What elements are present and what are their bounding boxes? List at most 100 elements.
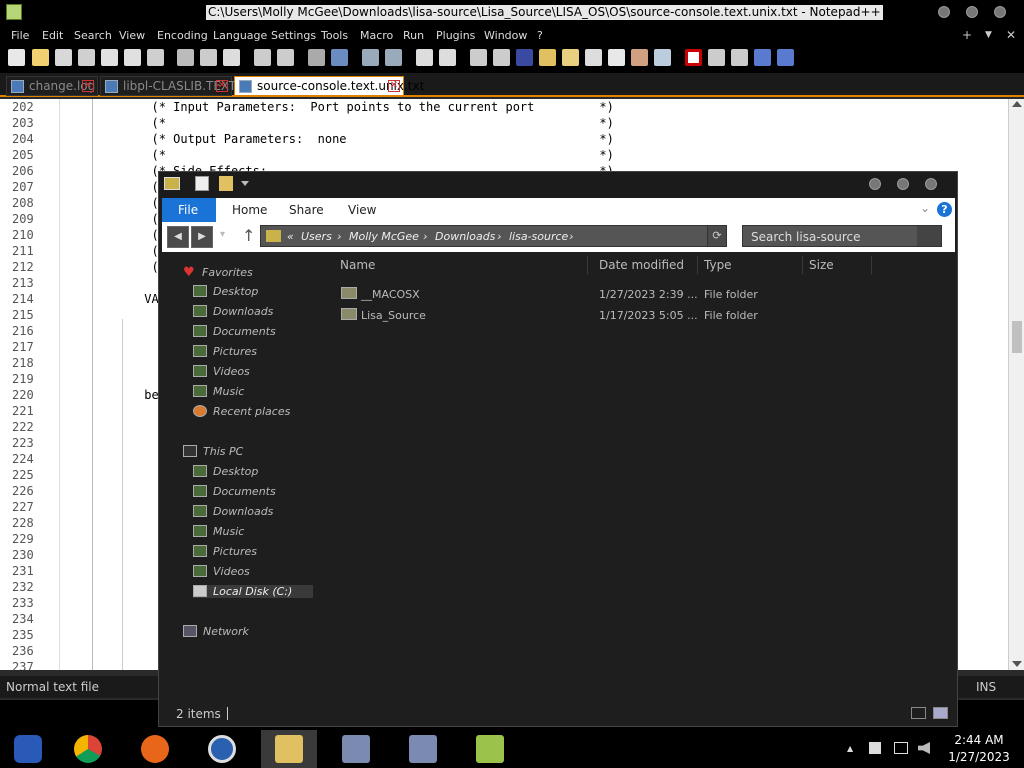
breadcrumb-sep[interactable]: ›	[337, 230, 341, 243]
scroll-down-icon[interactable]	[1012, 661, 1022, 667]
ribbon-tab-share[interactable]: Share	[289, 203, 324, 217]
sync-horizontal-icon[interactable]	[439, 49, 456, 66]
close-file-icon[interactable]	[101, 49, 118, 66]
nav-pc-pictures[interactable]: Pictures	[193, 545, 257, 558]
menu-edit[interactable]: Edit	[42, 29, 63, 42]
action-center-flag-icon[interactable]	[869, 742, 881, 754]
tab-claslib[interactable]: libpl-CLASLIB.TEXT ✕	[100, 76, 236, 96]
clock[interactable]: 2:44 AM 1/27/2023	[946, 733, 1012, 764]
menu-language[interactable]: Language	[213, 29, 267, 42]
explorer-maximize-button[interactable]	[897, 178, 909, 190]
doc-map-icon[interactable]	[562, 49, 579, 66]
file-row[interactable]: Lisa_Source 1/17/2023 5:05 ... File fold…	[339, 305, 939, 325]
address-bar[interactable]: « Users › Molly McGee › Downloads › lisa…	[260, 225, 727, 247]
open-file-icon[interactable]	[32, 49, 49, 66]
udl-icon[interactable]	[539, 49, 556, 66]
code-line[interactable]: (* *)	[72, 147, 613, 163]
tab-list-icon[interactable]: ▼	[985, 30, 992, 40]
breadcrumb-downloads[interactable]: Downloads	[435, 230, 495, 243]
editor-scrollbar[interactable]	[1008, 99, 1024, 670]
nav-pc-documents[interactable]: Documents	[193, 485, 276, 498]
large-icons-view-icon[interactable]	[933, 707, 948, 719]
explorer-minimize-button[interactable]	[869, 178, 881, 190]
column-type[interactable]: Type	[704, 258, 732, 272]
tray-overflow-icon[interactable]: ▲	[847, 744, 853, 753]
taskbar-explorer[interactable]	[261, 730, 317, 768]
menu-run[interactable]: Run	[403, 29, 424, 42]
menu-tools[interactable]: Tools	[321, 29, 348, 42]
nav-fav-recent[interactable]: Recent places	[193, 405, 290, 418]
close-button[interactable]	[994, 6, 1006, 18]
record-macro-icon[interactable]	[685, 49, 702, 66]
nav-pc-music[interactable]: Music	[193, 525, 244, 538]
details-view-icon[interactable]	[911, 707, 926, 719]
code-line[interactable]: (*	[72, 179, 165, 195]
taskbar-chrome[interactable]	[60, 730, 116, 768]
undo-icon[interactable]	[254, 49, 271, 66]
new-folder-icon[interactable]	[219, 176, 233, 191]
code-line[interactable]: (* Input Parameters: Port points to the …	[72, 99, 613, 115]
breadcrumb-sep[interactable]: ›	[497, 230, 501, 243]
explorer-close-button[interactable]	[925, 178, 937, 190]
paste-icon[interactable]	[223, 49, 240, 66]
nav-local-disk[interactable]: Local Disk (C:)	[193, 585, 313, 598]
breadcrumb-users[interactable]: Users	[301, 230, 332, 243]
menu-plugins[interactable]: Plugins	[436, 29, 475, 42]
column-divider[interactable]	[802, 256, 803, 274]
refresh-button[interactable]: ⟳	[707, 225, 727, 247]
close-tab-icon[interactable]: ✕	[388, 80, 400, 92]
menu-file[interactable]: File	[11, 29, 29, 42]
menu-view[interactable]: View	[119, 29, 145, 42]
code-line[interactable]: (*	[72, 243, 165, 259]
column-date-modified[interactable]: Date modified	[599, 258, 684, 272]
save-all-icon[interactable]	[78, 49, 95, 66]
file-row[interactable]: __MACOSX 1/27/2023 2:39 ... File folder	[339, 284, 939, 304]
breadcrumb-overflow[interactable]: «	[287, 230, 294, 243]
search-icon[interactable]	[917, 226, 941, 246]
taskbar-setup-2[interactable]	[395, 730, 451, 768]
play-macro-icon[interactable]	[731, 49, 748, 66]
code-line[interactable]: (*	[72, 211, 165, 227]
save-macro-icon[interactable]	[777, 49, 794, 66]
code-line[interactable]: (* *)	[72, 115, 613, 131]
column-name[interactable]: Name	[340, 258, 375, 272]
taskbar-app-globe[interactable]	[194, 730, 250, 768]
properties-icon[interactable]	[195, 176, 209, 191]
menu-settings[interactable]: Settings	[271, 29, 316, 42]
menu-macro[interactable]: Macro	[360, 29, 393, 42]
taskbar-firefox[interactable]	[127, 730, 183, 768]
nav-fav-desktop[interactable]: Desktop	[193, 285, 258, 298]
column-divider[interactable]	[587, 256, 588, 274]
menu-help[interactable]: ?	[537, 29, 543, 42]
volume-icon[interactable]	[918, 742, 930, 754]
expand-ribbon-icon[interactable]: ⌄	[920, 201, 930, 215]
nav-fav-music[interactable]: Music	[193, 385, 244, 398]
folder-workspace-icon[interactable]	[608, 49, 625, 66]
close-tab-icon[interactable]: ✕	[216, 80, 228, 92]
zoom-out-icon[interactable]	[385, 49, 402, 66]
menu-search[interactable]: Search	[74, 29, 112, 42]
new-tab-icon[interactable]: +	[962, 28, 972, 42]
monitoring-icon[interactable]	[631, 49, 648, 66]
find-icon[interactable]	[308, 49, 325, 66]
maximize-button[interactable]	[966, 6, 978, 18]
nav-pc-downloads[interactable]: Downloads	[193, 505, 273, 518]
nav-fav-downloads[interactable]: Downloads	[193, 305, 273, 318]
nav-pc-desktop[interactable]: Desktop	[193, 465, 258, 478]
column-divider[interactable]	[871, 256, 872, 274]
forward-button[interactable]: ▶	[191, 226, 213, 248]
cut-icon[interactable]	[177, 49, 194, 66]
nav-fav-videos[interactable]: Videos	[193, 365, 250, 378]
breadcrumb-lisa-source[interactable]: lisa-source	[509, 230, 568, 243]
taskbar-app-media[interactable]	[0, 730, 56, 768]
ribbon-tab-home[interactable]: Home	[232, 203, 267, 217]
nav-fav-documents[interactable]: Documents	[193, 325, 276, 338]
code-line[interactable]: (* Output Parameters: none *)	[72, 131, 613, 147]
help-icon[interactable]: ?	[937, 202, 952, 217]
close-all-icon[interactable]	[124, 49, 141, 66]
replace-icon[interactable]	[331, 49, 348, 66]
preview-icon[interactable]	[654, 49, 671, 66]
menu-encoding[interactable]: Encoding	[157, 29, 208, 42]
breadcrumb-sep[interactable]: ›	[569, 230, 573, 243]
save-icon[interactable]	[55, 49, 72, 66]
